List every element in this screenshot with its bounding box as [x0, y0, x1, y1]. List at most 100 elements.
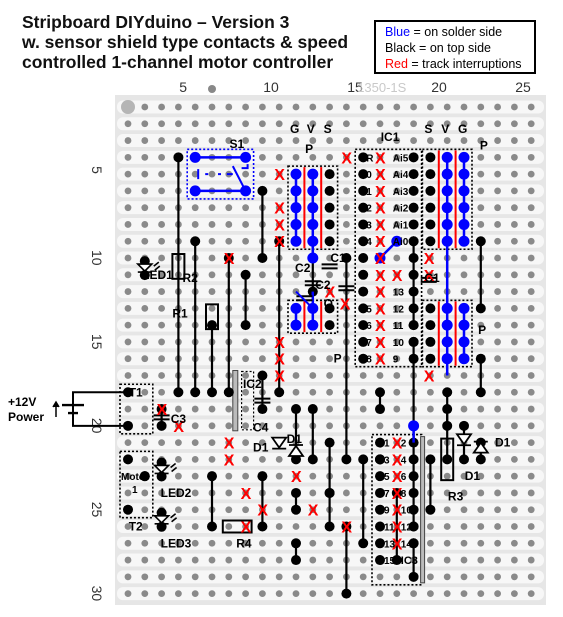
hole — [208, 422, 216, 430]
track-cut-mark: X — [224, 452, 235, 469]
hole — [511, 573, 518, 581]
hole — [175, 523, 182, 530]
hole — [343, 187, 350, 195]
hole — [477, 506, 485, 514]
hole — [158, 237, 166, 245]
header-pin — [425, 320, 436, 331]
hole — [494, 506, 501, 514]
wire-end — [291, 404, 301, 415]
ic3-pin-label: 13 — [384, 539, 396, 550]
wire-end — [190, 387, 201, 398]
power-label: +12V — [8, 395, 36, 409]
solder-side-joint — [441, 168, 453, 180]
hole — [427, 388, 434, 396]
hole — [359, 590, 367, 598]
hole — [259, 153, 266, 161]
hole — [225, 590, 233, 598]
component-label: R3 — [448, 489, 464, 503]
hole — [141, 338, 149, 346]
hole — [410, 120, 417, 128]
hole — [191, 573, 199, 581]
hole — [494, 556, 501, 564]
hole — [393, 590, 401, 598]
component-label: S — [424, 122, 432, 136]
component-label: D1 — [287, 432, 303, 446]
hole — [292, 573, 300, 581]
hole — [309, 355, 317, 363]
wire-end — [291, 504, 301, 515]
hole — [527, 388, 535, 396]
solder-side-joint — [458, 202, 470, 214]
wire-end — [475, 353, 486, 364]
ic1-pin-label: R — [366, 153, 374, 164]
row-label: 30 — [89, 586, 105, 602]
wire-end — [459, 454, 469, 465]
component-label: C2 — [295, 261, 311, 275]
track-cut-mark: X — [241, 486, 252, 503]
component-label: R2 — [182, 271, 198, 285]
track-cut-mark: X — [274, 234, 285, 251]
hole — [208, 271, 216, 279]
component-label: C3 — [171, 412, 187, 426]
hole — [242, 204, 250, 212]
hole — [275, 153, 283, 161]
wire-end — [240, 269, 251, 280]
solder-side-joint — [458, 185, 470, 197]
ic1-pin-label: 4 — [366, 237, 372, 248]
hole — [527, 355, 535, 363]
hole — [443, 472, 451, 480]
hole — [158, 573, 166, 581]
wire-end — [257, 471, 268, 482]
header-pin — [425, 169, 436, 180]
hole — [225, 523, 233, 530]
hole — [259, 573, 266, 581]
hole — [527, 221, 535, 228]
row-label: 25 — [89, 502, 105, 518]
hole — [494, 472, 501, 480]
hole — [527, 288, 535, 295]
header-pin — [425, 219, 436, 230]
hole — [494, 221, 501, 228]
hole — [410, 137, 417, 144]
hole — [175, 103, 182, 111]
track-cut-mark: X — [224, 251, 235, 268]
hole — [494, 103, 501, 111]
ic3-pin-label: 2 — [401, 439, 407, 450]
track-cut-mark: X — [375, 201, 386, 218]
track-cut-mark: X — [375, 150, 386, 167]
hole — [191, 422, 199, 430]
ic1-pin — [408, 202, 419, 213]
solder-side-joint — [458, 336, 470, 348]
hole — [242, 472, 250, 480]
ic1-pin-label: Ai5 — [393, 153, 409, 164]
ic3-pin — [408, 487, 419, 498]
hole — [326, 103, 333, 111]
hole — [511, 321, 518, 329]
hole — [527, 590, 535, 598]
hole — [175, 556, 182, 564]
ic3-heatsink — [420, 436, 426, 584]
component-label: C4 — [253, 420, 269, 434]
hole — [494, 388, 501, 396]
hole — [242, 237, 250, 245]
hole — [527, 153, 535, 161]
hole — [494, 523, 501, 530]
wire-end — [324, 521, 335, 532]
hole — [141, 455, 149, 463]
hole — [191, 405, 199, 413]
hole — [158, 254, 166, 262]
hole — [259, 288, 266, 295]
hole — [427, 422, 434, 430]
hole — [141, 439, 149, 446]
track-cut-mark: X — [241, 520, 252, 537]
hole — [359, 372, 367, 379]
hole — [410, 103, 417, 111]
hole — [511, 405, 518, 413]
hole — [124, 405, 132, 413]
ic1-pin-label: Ai3 — [393, 187, 409, 198]
hole — [242, 170, 250, 178]
hole — [326, 556, 333, 564]
ic3-pin-label: 4 — [401, 455, 407, 466]
hole — [427, 556, 434, 564]
hole — [124, 204, 132, 212]
